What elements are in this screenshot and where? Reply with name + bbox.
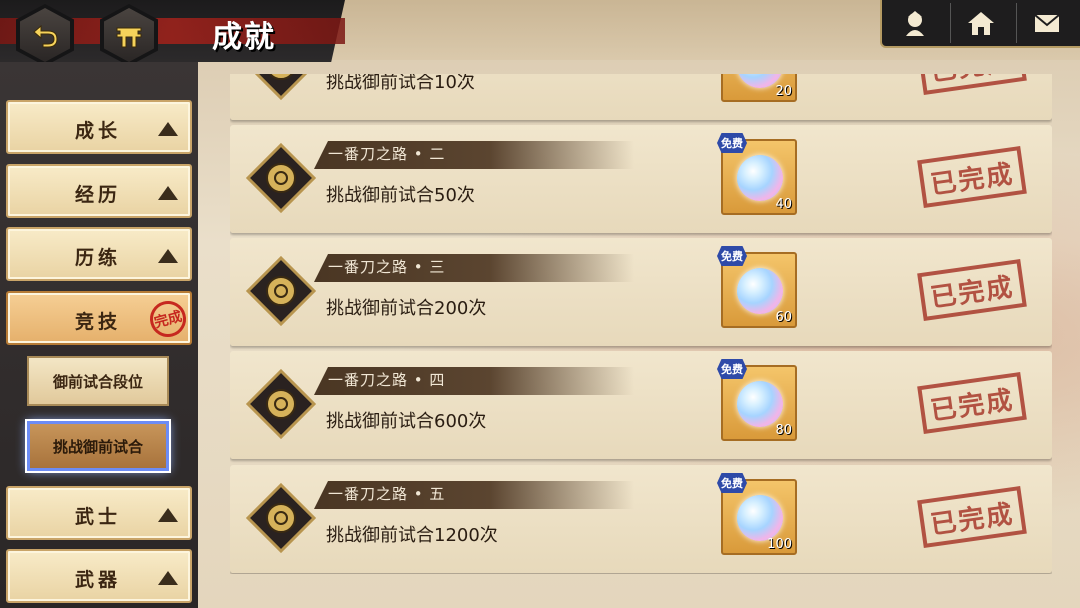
free-badge: 免费 — [717, 246, 747, 266]
achievement-desc: 挑战御前试合200次 — [326, 298, 487, 319]
collapse-arrow-icon — [158, 249, 178, 263]
category-weapon[interactable]: 武器 — [6, 549, 192, 603]
reward-item[interactable]: 免费 60 — [717, 246, 797, 328]
subitem-challenge[interactable]: 挑战御前试合 — [27, 421, 169, 471]
category-experience[interactable]: 经历 — [6, 164, 192, 218]
subitem-ranking[interactable]: 御前试合段位 — [27, 356, 169, 406]
character-icon — [905, 11, 924, 36]
achievement-badge-icon — [246, 256, 316, 326]
achievement-badge-icon — [246, 369, 316, 439]
reward-quantity: 80 — [775, 423, 792, 438]
category-sidebar: 成长 经历 历练 竞技 完成 御前试合段位 挑战御前试合 武士 武器 — [0, 62, 198, 608]
gate-icon — [116, 27, 142, 48]
achievement-row: 一番刀之路 • 二 挑战御前试合50次 免费 40 已完成 — [230, 125, 1052, 233]
achievement-row: 一番刀之路 • 三 挑战御前试合200次 免费 60 已完成 — [230, 238, 1052, 346]
reward-item[interactable]: 免费 80 — [717, 359, 797, 441]
achievement-badge-icon — [254, 74, 308, 100]
achievement-row: 一番刀之路 • 四 挑战御前试合600次 免费 80 已完成 — [230, 351, 1052, 459]
achievement-badge-icon — [246, 143, 316, 213]
home-icon — [967, 12, 994, 35]
category-growth[interactable]: 成长 — [6, 100, 192, 154]
category-competition[interactable]: 竞技 完成 — [6, 291, 192, 345]
reward-item[interactable]: 免费 20 — [721, 74, 797, 102]
mail-button[interactable] — [1016, 3, 1077, 43]
category-training[interactable]: 历练 — [6, 227, 192, 281]
reward-item[interactable]: 免费 40 — [717, 133, 797, 215]
gem-icon — [737, 268, 783, 314]
character-button[interactable] — [885, 3, 945, 43]
back-arrow-icon — [33, 24, 58, 48]
gem-icon — [737, 381, 783, 427]
reward-quantity: 20 — [775, 84, 792, 99]
achievement-badge-icon — [246, 483, 316, 553]
gem-icon — [737, 495, 783, 541]
reward-quantity: 60 — [775, 310, 792, 325]
free-badge: 免费 — [717, 133, 747, 153]
collapse-arrow-icon — [158, 508, 178, 522]
home-nav-button[interactable] — [949, 3, 1011, 43]
top-right-toolbar — [880, 0, 1080, 48]
category-samurai[interactable]: 武士 — [6, 486, 192, 540]
achievement-name: 一番刀之路 • 三 — [328, 258, 446, 276]
free-badge: 免费 — [717, 359, 747, 379]
achievement-name: 一番刀之路 • 五 — [328, 485, 446, 503]
achievement-desc: 挑战御前试合50次 — [326, 185, 475, 206]
achievement-name: 一番刀之路 • 二 — [328, 145, 446, 163]
mail-icon — [1034, 14, 1060, 32]
achievement-row: 挑战御前试合10次 免费 20 已完成 — [230, 74, 1052, 120]
collapse-arrow-icon — [158, 122, 178, 136]
gem-icon — [737, 155, 783, 201]
achievement-desc: 挑战御前试合1200次 — [326, 525, 498, 546]
reward-quantity: 100 — [767, 537, 792, 552]
free-badge: 免费 — [717, 473, 747, 493]
achievement-row: 一番刀之路 • 五 挑战御前试合1200次 免费 100 已完成 — [230, 465, 1052, 573]
achievement-list[interactable]: 挑战御前试合10次 免费 20 已完成 一番刀之路 • 二 挑战御前试合50次 … — [230, 74, 1052, 574]
reward-quantity: 40 — [775, 197, 792, 212]
reward-item[interactable]: 免费 100 — [717, 473, 797, 555]
achievement-name: 一番刀之路 • 四 — [328, 371, 446, 389]
achievement-desc: 挑战御前试合600次 — [326, 411, 487, 432]
page-title: 成就 — [212, 20, 276, 55]
collapse-arrow-icon — [158, 186, 178, 200]
completed-stamp: 完成 — [145, 296, 191, 342]
collapse-arrow-icon — [158, 571, 178, 585]
achievement-desc: 挑战御前试合10次 — [326, 74, 475, 93]
